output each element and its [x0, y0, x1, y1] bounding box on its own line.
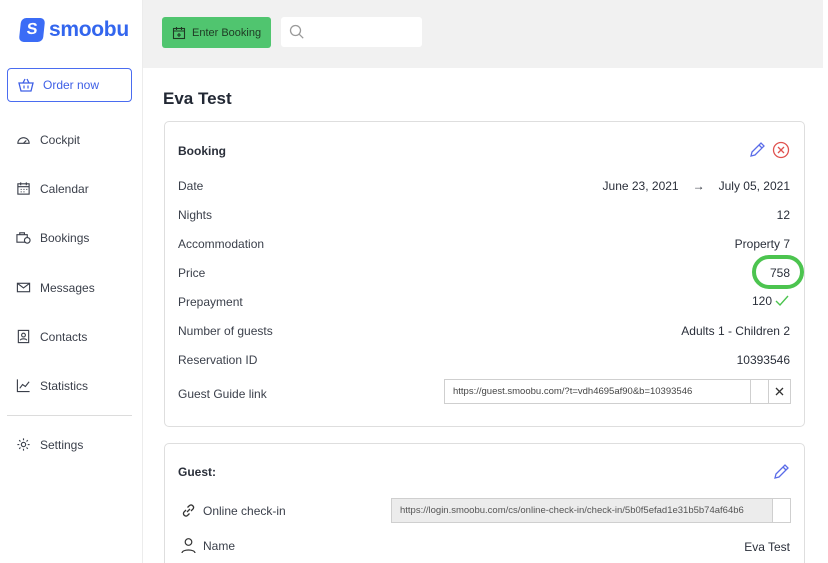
topbar: Enter Booking — [143, 0, 823, 68]
pencil-icon — [774, 464, 789, 479]
clear-link-button[interactable] — [768, 380, 790, 403]
arrow-right-icon: → — [692, 179, 705, 193]
sidebar-item-calendar[interactable]: Calendar — [16, 181, 89, 196]
sidebar-item-messages[interactable]: Messages — [16, 280, 95, 295]
online-checkin-link-field[interactable]: https://login.smoobu.com/cs/online-check… — [391, 498, 791, 523]
guests-value: Adults 1 - Children 2 — [681, 324, 790, 338]
sidebar-divider — [7, 415, 132, 416]
speedometer-icon — [17, 137, 30, 144]
basket-icon — [18, 78, 34, 92]
checkmark-icon — [775, 295, 789, 307]
logo-mark-icon: S — [18, 18, 46, 42]
sidebar-item-cockpit[interactable]: Cockpit — [16, 132, 80, 147]
prepayment-value: 120 — [751, 294, 772, 308]
online-checkin-url[interactable]: https://login.smoobu.com/cs/online-check… — [392, 499, 772, 522]
sidebar-item-contacts[interactable]: Contacts — [16, 329, 87, 344]
guest-card-title: Guest: — [178, 465, 217, 479]
date-to: July 05, 2021 — [718, 179, 790, 193]
sidebar-item-label: Statistics — [40, 378, 89, 393]
guest-name-value: Eva Test — [744, 540, 790, 554]
person-icon — [181, 538, 196, 554]
sidebar-item-bookings[interactable]: Bookings — [16, 230, 89, 245]
brand-logo[interactable]: S smoobu — [18, 18, 129, 42]
brand-name: smoobu — [49, 18, 129, 41]
calendar-icon — [17, 182, 30, 195]
reservation-id-value: 10393546 — [736, 353, 790, 367]
booking-card: Booking Date June 23, 2021 → July 05, 20… — [164, 121, 805, 427]
sidebar-item-settings[interactable]: Settings — [16, 437, 83, 452]
envelope-icon — [16, 282, 31, 293]
edit-guest-button[interactable] — [771, 462, 791, 482]
close-circle-icon — [772, 141, 790, 159]
pencil-icon — [750, 142, 765, 157]
date-label: Date — [178, 179, 204, 193]
online-checkin-row: Online check-in — [180, 502, 286, 519]
guest-guide-label: Guest Guide link — [178, 387, 267, 401]
copy-link-button[interactable] — [750, 380, 768, 403]
sidebar-item-label: Calendar — [40, 181, 89, 196]
prepayment-label: Prepayment — [178, 295, 243, 309]
calendar-plus-icon — [172, 26, 186, 39]
sidebar-item-label: Settings — [40, 437, 84, 452]
online-checkin-label: Online check-in — [203, 503, 286, 518]
reservation-id-label: Reservation ID — [178, 353, 258, 367]
enter-booking-button[interactable]: Enter Booking — [162, 17, 271, 48]
search-icon — [289, 24, 304, 39]
guest-guide-link-field[interactable]: https://guest.smoobu.com/?t=vdh4695af90&… — [444, 379, 791, 404]
date-from: June 23, 2021 — [602, 179, 679, 193]
sidebar: S smoobu Order now Cockpit Calendar Book… — [0, 0, 143, 563]
price-label: Price — [178, 266, 206, 280]
guests-label: Number of guests — [178, 324, 273, 338]
price-highlight-ring — [752, 255, 804, 289]
chart-icon — [16, 379, 30, 393]
cancel-booking-button[interactable] — [771, 140, 791, 160]
guest-card: Guest: Online check-in https://login.smo… — [164, 443, 805, 563]
enter-booking-label: Enter Booking — [192, 26, 262, 39]
bookings-icon — [16, 232, 31, 244]
booking-card-title: Booking — [178, 144, 226, 158]
sidebar-item-statistics[interactable]: Statistics — [16, 378, 88, 393]
search-input[interactable] — [281, 17, 422, 47]
link-icon — [182, 504, 195, 517]
sidebar-item-label: Cockpit — [40, 132, 81, 147]
order-now-button[interactable]: Order now — [7, 68, 132, 102]
nights-value: 12 — [776, 208, 790, 222]
accommodation-label: Accommodation — [178, 237, 265, 251]
guest-name-label: Name — [203, 538, 236, 553]
accommodation-value: Property 7 — [734, 237, 790, 251]
guest-name-row: Name — [180, 537, 235, 554]
close-icon — [775, 387, 784, 396]
contacts-icon — [17, 329, 30, 344]
prepayment-row-value: 120 — [752, 294, 790, 308]
sidebar-item-label: Messages — [40, 280, 95, 295]
date-range: June 23, 2021 → July 05, 2021 — [603, 179, 790, 193]
sidebar-item-label: Contacts — [40, 329, 88, 344]
sidebar-item-label: Bookings — [40, 230, 90, 245]
page-title: Eva Test — [163, 89, 232, 108]
copy-checkin-button[interactable] — [772, 499, 790, 522]
order-now-label: Order now — [43, 78, 100, 92]
edit-booking-button[interactable] — [747, 140, 767, 160]
gear-icon — [17, 438, 30, 451]
nights-label: Nights — [178, 208, 213, 222]
guest-guide-url[interactable]: https://guest.smoobu.com/?t=vdh4695af90&… — [445, 380, 750, 403]
